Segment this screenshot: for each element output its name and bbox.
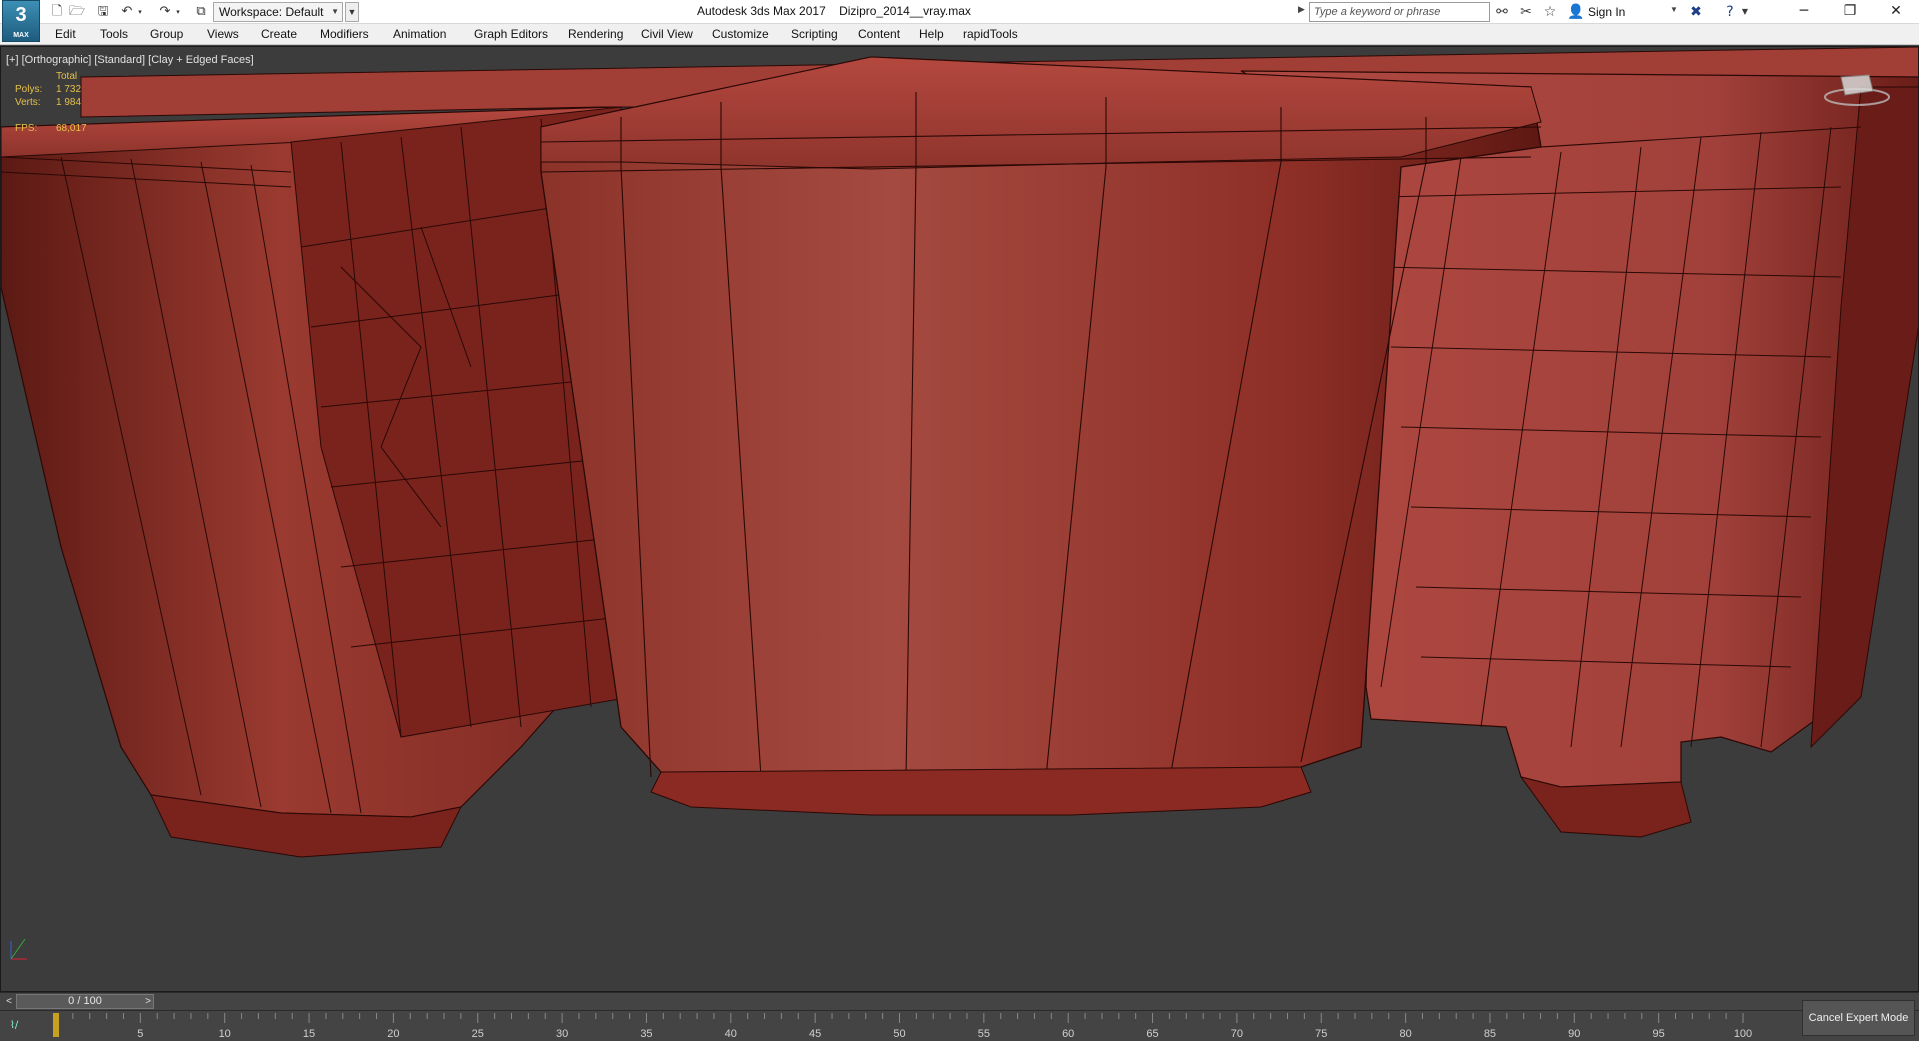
menu-item-views[interactable]: Views <box>207 27 239 41</box>
viewport-orthographic[interactable]: [+] [Orthographic] [Standard] [Clay + Ed… <box>0 46 1919 992</box>
help-dropdown-icon[interactable]: ▼ <box>1740 2 1750 22</box>
stats-fps-label: FPS: <box>15 123 38 134</box>
search-input[interactable] <box>1309 2 1490 22</box>
stats-total-header: Total <box>56 71 78 82</box>
track-tick-label: 90 <box>1568 1028 1580 1040</box>
menu-item-content[interactable]: Content <box>858 27 900 41</box>
track-tick-label: 100 <box>1734 1028 1752 1040</box>
close-icon[interactable]: ✕ <box>1873 0 1919 24</box>
time-slider-thumb[interactable]: 0 / 100 <box>16 994 154 1009</box>
track-tick-label: 35 <box>640 1028 652 1040</box>
stats-polys-label: Polys: <box>15 84 43 95</box>
track-tick-label: 10 <box>219 1028 231 1040</box>
menu-item-help[interactable]: Help <box>919 27 944 41</box>
binoculars-icon[interactable]: ⚯ <box>1492 2 1512 22</box>
track-tick-label: 55 <box>978 1028 990 1040</box>
track-tick-label: 20 <box>387 1028 399 1040</box>
track-tick-label: 85 <box>1484 1028 1496 1040</box>
track-tick-label: 25 <box>472 1028 484 1040</box>
tools-icon[interactable]: ✂ <box>1516 2 1536 22</box>
search-expand-icon[interactable]: ▶ <box>1298 4 1305 15</box>
track-bar[interactable]: ⌇∕ 0510152025303540455055606570758085909… <box>0 1010 1919 1040</box>
help-icon[interactable]: ? <box>1720 2 1740 22</box>
app-logo-sub: MAX <box>13 32 29 39</box>
star-icon[interactable]: ☆ <box>1540 2 1560 22</box>
menu-item-tools[interactable]: Tools <box>100 27 128 41</box>
track-tick-label: 65 <box>1146 1028 1158 1040</box>
stats-verts-value: 1 984 <box>56 97 82 108</box>
stats-verts-label: Verts: <box>15 97 41 108</box>
menu-item-rapidtools[interactable]: rapidTools <box>963 27 1018 41</box>
chevron-down-icon[interactable]: ▼ <box>1670 5 1678 14</box>
app-logo-text: 3 <box>15 4 27 26</box>
track-tick-label: 95 <box>1653 1028 1665 1040</box>
track-tick-label: 50 <box>893 1028 905 1040</box>
time-slider[interactable]: < 0 / 100 > <box>0 992 1919 1010</box>
restore-icon[interactable]: ❐ <box>1827 0 1873 24</box>
workspace-selector[interactable]: Workspace: Default ▼ <box>213 2 343 22</box>
scene-render <box>1 47 1918 858</box>
menu-item-create[interactable]: Create <box>261 27 297 41</box>
chevron-down-icon: ▼ <box>331 7 339 16</box>
viewport-label[interactable]: [+] [Orthographic] [Standard] [Clay + Ed… <box>6 54 254 66</box>
title-bar: 3 MAX 🗋 🗁 🖫 ↶ ▾ ↷ ▾ ⧉ Workspace: Default ▼… <box>0 0 1919 42</box>
stats-fps-value: 68,017 <box>56 123 87 134</box>
sign-in-button[interactable]: Sign In <box>1588 5 1625 19</box>
app-menu-button[interactable]: 3 MAX <box>2 0 40 42</box>
window-title: Autodesk 3ds Max 2017 Dizipro_2014__vray… <box>697 4 971 18</box>
redo-dropdown-icon[interactable]: ▾ <box>173 3 183 21</box>
cancel-expert-mode-button[interactable]: Cancel Expert Mode <box>1802 1000 1915 1036</box>
track-tick-label: 40 <box>725 1028 737 1040</box>
track-tick-label: 60 <box>1062 1028 1074 1040</box>
menu-item-group[interactable]: Group <box>150 27 183 41</box>
chevron-left-icon[interactable]: < <box>3 994 15 1009</box>
curve-editor-icon[interactable]: ⌇∕ <box>10 1020 18 1031</box>
menu-item-modifiers[interactable]: Modifiers <box>320 27 369 41</box>
menu-item-scripting[interactable]: Scripting <box>791 27 838 41</box>
viewcube-icon[interactable] <box>1823 71 1893 111</box>
track-tick-label: 70 <box>1231 1028 1243 1040</box>
track-ruler[interactable]: 0510152025303540455055606570758085909510… <box>40 1011 1760 1041</box>
workspace-label: Workspace: Default <box>219 5 324 19</box>
undo-dropdown-icon[interactable]: ▾ <box>135 3 145 21</box>
minimize-icon[interactable]: ─ <box>1781 0 1827 24</box>
menu-item-animation[interactable]: Animation <box>393 27 446 41</box>
track-tick-label: 30 <box>556 1028 568 1040</box>
chevron-right-icon[interactable]: > <box>142 994 154 1009</box>
menu-item-graph-editors[interactable]: Graph Editors <box>474 27 548 41</box>
redo-icon[interactable]: ↷ <box>156 3 174 21</box>
menu-item-civil-view[interactable]: Civil View <box>641 27 693 41</box>
user-icon[interactable]: 👤 <box>1566 2 1586 22</box>
axis-tripod-icon <box>10 938 27 960</box>
track-tick-label: 15 <box>303 1028 315 1040</box>
menu-item-edit[interactable]: Edit <box>55 27 76 41</box>
menu-item-customize[interactable]: Customize <box>712 27 769 41</box>
save-icon[interactable]: 🖫 <box>94 3 112 21</box>
track-tick-label: 75 <box>1315 1028 1327 1040</box>
new-file-icon[interactable]: 🗋 <box>48 3 66 21</box>
track-tick-label: 5 <box>137 1028 143 1040</box>
current-frame-marker[interactable] <box>53 1013 59 1037</box>
open-folder-icon[interactable]: 🗁 <box>68 3 86 21</box>
x-exchange-icon[interactable]: ✖ <box>1686 2 1706 22</box>
menu-bar: Edit Tools Group Views Create Modifiers … <box>0 24 1919 45</box>
project-folder-icon[interactable]: ⧉ <box>192 3 210 21</box>
workspace-extra-dropdown[interactable]: ▼ <box>345 2 359 22</box>
stats-polys-value: 1 732 <box>56 84 82 95</box>
undo-icon[interactable]: ↶ <box>118 3 136 21</box>
track-tick-label: 45 <box>809 1028 821 1040</box>
track-tick-label: 80 <box>1399 1028 1411 1040</box>
menu-item-rendering[interactable]: Rendering <box>568 27 623 41</box>
